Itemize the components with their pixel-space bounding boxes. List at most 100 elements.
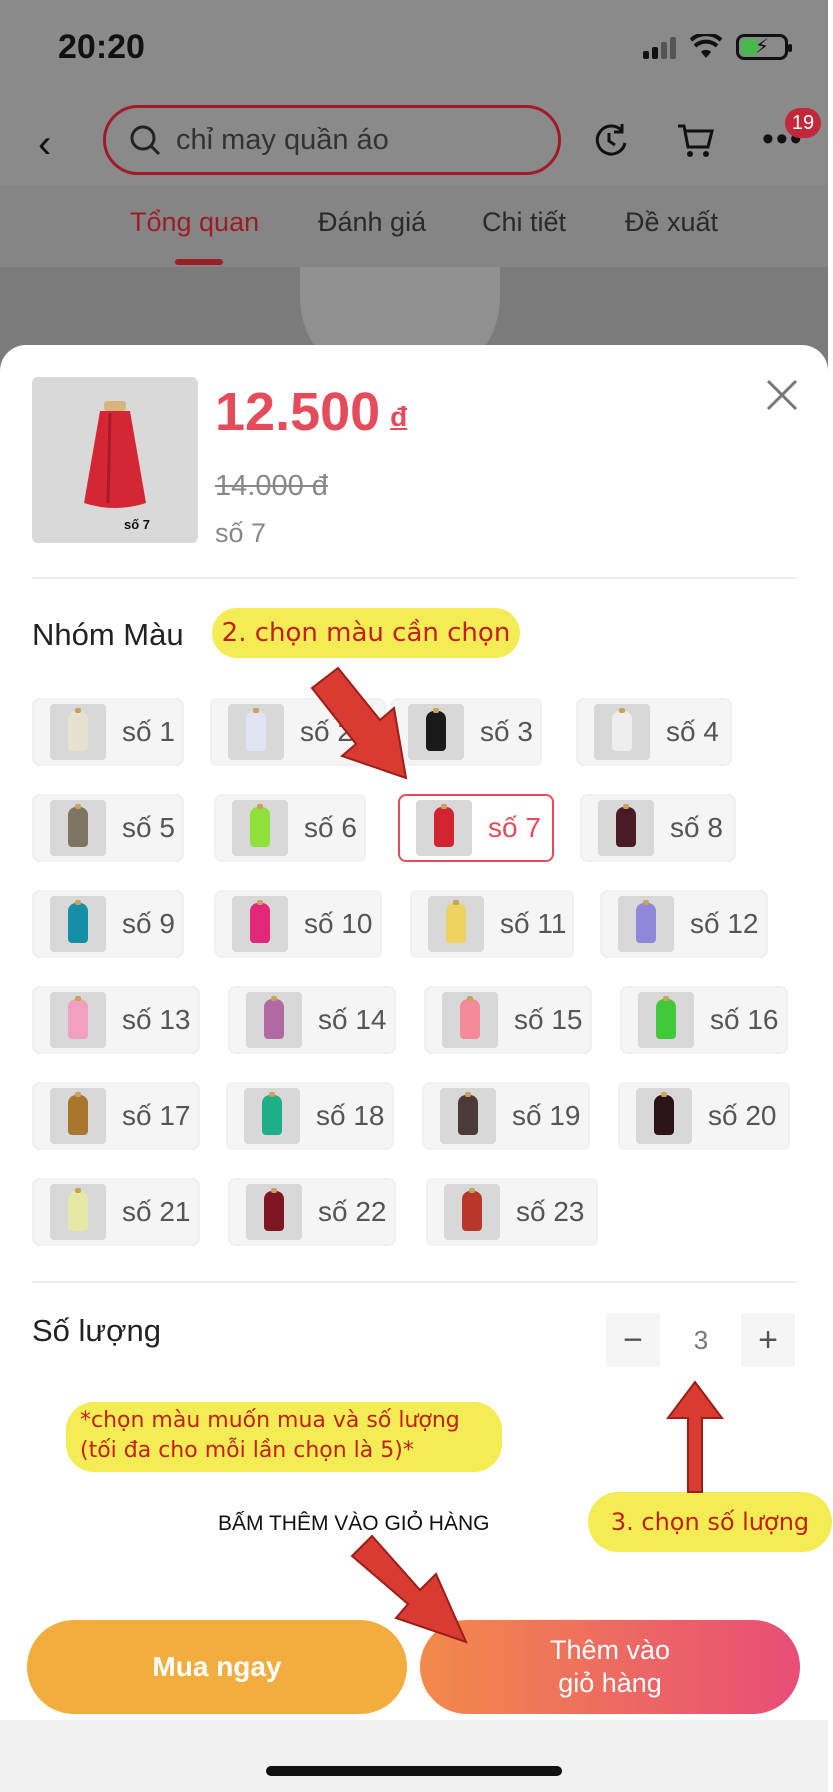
- variant-option[interactable]: số 2: [210, 698, 386, 766]
- variant-option[interactable]: số 20: [618, 1082, 790, 1150]
- top-icons: •••: [592, 120, 804, 159]
- status-icons: ⚡: [643, 34, 792, 60]
- variant-label: số 22: [318, 1196, 387, 1227]
- variant-label: số 8: [670, 812, 723, 843]
- variant-thumbnail: [50, 992, 106, 1048]
- variant-option[interactable]: số 23: [426, 1178, 598, 1246]
- variant-label: số 3: [480, 716, 533, 747]
- tab-indicator: [175, 259, 223, 265]
- variant-label: số 12: [690, 908, 759, 939]
- thumbnail-caption: số 7: [124, 517, 151, 532]
- add-to-cart-label-1: Thêm vào: [549, 1635, 671, 1666]
- tab-bar: Tổng quan Đánh giá Chi tiết Đề xuất: [0, 185, 828, 267]
- cart-badge: 19: [785, 108, 821, 138]
- variant-thumbnail: [416, 800, 472, 856]
- variant-option[interactable]: số 5: [32, 794, 184, 862]
- variant-option[interactable]: số 17: [32, 1082, 200, 1150]
- variant-thumbnail: [442, 992, 498, 1048]
- variant-label: số 19: [512, 1100, 581, 1131]
- variant-label: số 5: [122, 812, 175, 843]
- close-icon[interactable]: [762, 375, 802, 415]
- tab-suggestions[interactable]: Đề xuất: [625, 207, 718, 238]
- variant-option[interactable]: số 7: [398, 794, 554, 862]
- search-box[interactable]: chỉ may quần áo: [103, 105, 561, 175]
- add-to-cart-label-2: giỏ hàng: [558, 1668, 662, 1698]
- variant-label: số 13: [122, 1004, 191, 1035]
- variant-label: số 6: [304, 812, 357, 843]
- status-time: 20:20: [58, 28, 145, 66]
- variant-label: số 16: [710, 1004, 779, 1035]
- variant-option[interactable]: số 11: [410, 890, 574, 958]
- variant-option[interactable]: số 18: [226, 1082, 394, 1150]
- variant-thumbnail: [440, 1088, 496, 1144]
- quantity-minus-button[interactable]: −: [606, 1313, 660, 1367]
- variant-thumbnail: [232, 800, 288, 856]
- variant-option[interactable]: số 6: [214, 794, 366, 862]
- quantity-plus-button[interactable]: +: [741, 1313, 795, 1367]
- variant-thumbnail: [50, 800, 106, 856]
- variant-label: số 4: [666, 716, 719, 747]
- variant-option[interactable]: số 3: [390, 698, 542, 766]
- variant-label: số 11: [500, 908, 567, 939]
- variant-group-title: Nhóm Màu: [32, 617, 184, 652]
- thread-spool-image: [84, 401, 146, 508]
- variant-thumbnail: [408, 704, 464, 760]
- buy-now-button[interactable]: Mua ngay: [27, 1620, 407, 1714]
- variant-option[interactable]: số 14: [228, 986, 396, 1054]
- cart-icon[interactable]: [676, 121, 716, 159]
- variant-option[interactable]: số 13: [32, 986, 200, 1054]
- divider: [32, 1281, 796, 1283]
- annotation-step-2: 2. chọn màu cần chọn: [212, 608, 520, 658]
- annotation-press-cart: BẤM THÊM VÀO GIỎ HÀNG: [218, 1512, 490, 1535]
- variant-label: số 15: [514, 1004, 583, 1035]
- variant-label: số 17: [122, 1100, 191, 1131]
- variant-thumbnail: [50, 896, 106, 952]
- variant-option[interactable]: số 22: [228, 1178, 396, 1246]
- variant-label: số 1: [122, 716, 175, 747]
- original-price: 14.000 đ: [215, 470, 328, 502]
- back-icon[interactable]: ‹: [38, 122, 51, 167]
- variant-thumbnail: [246, 1184, 302, 1240]
- variant-label: số 9: [122, 908, 175, 939]
- variant-thumbnail: [444, 1184, 500, 1240]
- price-value: 12.500: [215, 382, 381, 442]
- tab-reviews[interactable]: Đánh giá: [318, 207, 426, 238]
- tab-overview[interactable]: Tổng quan: [130, 207, 259, 238]
- wifi-icon: [690, 34, 722, 58]
- variant-thumbnail: [50, 704, 106, 760]
- variant-option[interactable]: số 12: [600, 890, 768, 958]
- variant-option[interactable]: số 1: [32, 698, 184, 766]
- annotation-hint: *chọn màu muốn mua và số lượng (tối đa c…: [66, 1402, 502, 1472]
- variant-thumbnail: [598, 800, 654, 856]
- variant-thumbnail: [618, 896, 674, 952]
- battery-icon: ⚡: [736, 34, 792, 60]
- price: 12.500 đ: [215, 381, 407, 443]
- variant-option[interactable]: số 9: [32, 890, 184, 958]
- variant-option[interactable]: số 15: [424, 986, 592, 1054]
- annotation-hint-line-2: (tối đa cho mỗi lần chọn là 5)*: [80, 1438, 414, 1463]
- annotation-step-3: 3. chọn số lượng: [588, 1492, 832, 1552]
- variant-thumbnail: [428, 896, 484, 952]
- selected-variant: số 7: [215, 518, 267, 548]
- add-to-cart-button[interactable]: Thêm vào giỏ hàng: [420, 1620, 800, 1714]
- quantity-value[interactable]: 3: [686, 1325, 716, 1356]
- variant-thumbnail: [50, 1088, 106, 1144]
- quantity-label: Số lượng: [32, 1313, 161, 1348]
- variant-option[interactable]: số 21: [32, 1178, 200, 1246]
- variant-thumbnail: [232, 896, 288, 952]
- variant-thumbnail: [636, 1088, 692, 1144]
- screen: 20:20 ⚡ ‹ chỉ may quần áo ••• 19 Tổng qu…: [0, 0, 833, 1792]
- variant-thumbnail: [638, 992, 694, 1048]
- variant-option[interactable]: số 19: [422, 1082, 590, 1150]
- variant-option[interactable]: số 8: [580, 794, 736, 862]
- search-icon: [130, 125, 161, 156]
- variant-label: số 2: [300, 716, 353, 747]
- variant-option[interactable]: số 16: [620, 986, 788, 1054]
- variant-option[interactable]: số 10: [214, 890, 382, 958]
- variant-label: số 7: [488, 812, 541, 843]
- variant-label: số 10: [304, 908, 373, 939]
- search-query: chỉ may quần áo: [176, 123, 389, 156]
- variant-option[interactable]: số 4: [576, 698, 732, 766]
- history-icon[interactable]: [592, 121, 630, 159]
- tab-details[interactable]: Chi tiết: [482, 207, 566, 238]
